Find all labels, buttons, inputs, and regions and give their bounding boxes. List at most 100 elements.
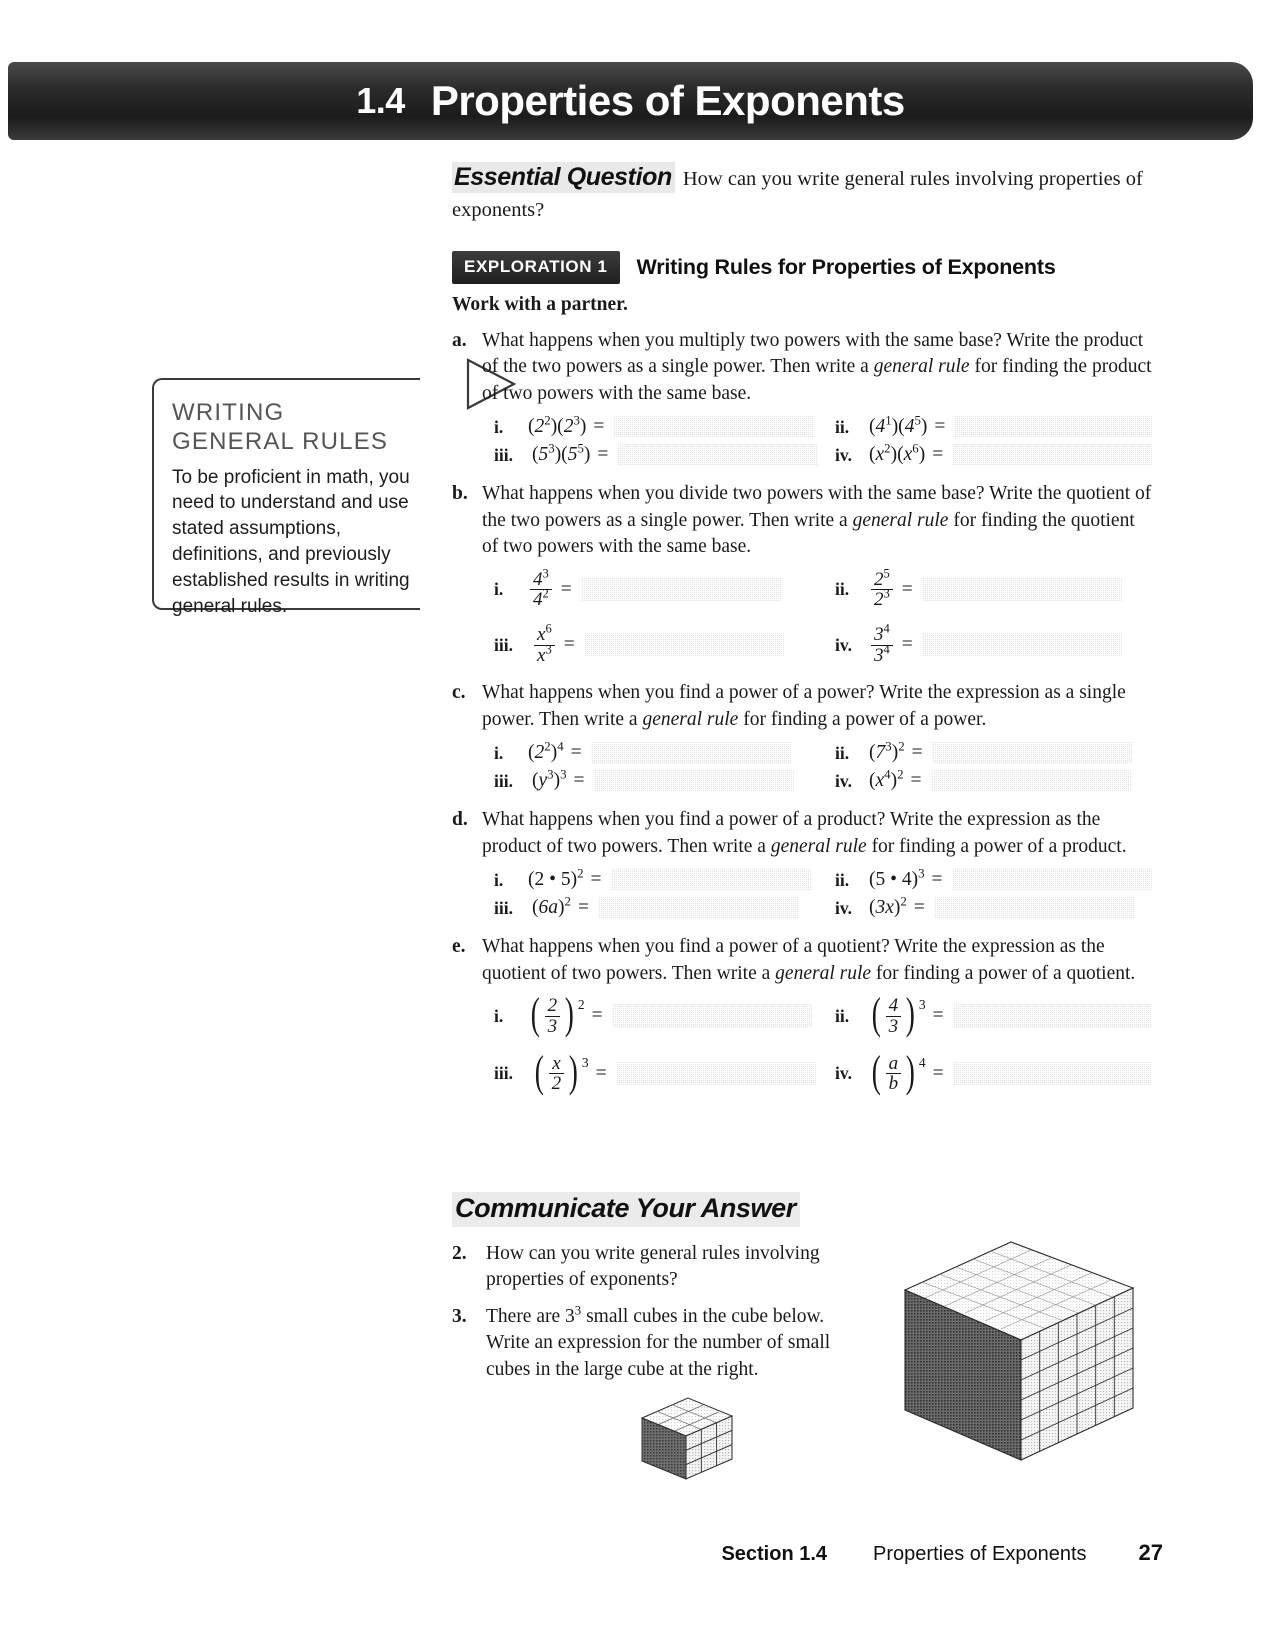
answer-blank[interactable] — [952, 444, 1152, 467]
fraction-denominator: x3 — [534, 642, 555, 665]
item-expression: (73)2 — [869, 739, 905, 764]
expr-exp: 6 — [912, 441, 919, 456]
answer-row: i. (22)4 = ii. (73)2 = — [494, 739, 1152, 765]
answer-blank[interactable] — [590, 742, 791, 765]
frac-den-exp: 3 — [545, 642, 552, 657]
fraction-numerator: a — [886, 1054, 902, 1073]
answer-row: i. (2 • 5)2 = ii. (5 • 4)3 = — [494, 866, 1152, 892]
equals-sign: = — [934, 416, 946, 438]
part-b-prompt: What happens when you divide two powers … — [482, 481, 1152, 561]
expr-base: 2 — [563, 416, 574, 438]
item-expression: 25 23 — [869, 567, 895, 610]
fraction-denominator: 23 — [871, 587, 893, 609]
item-expression: (x4)2 — [869, 767, 904, 792]
fraction-denominator: 3 — [885, 1015, 902, 1036]
frac-num-exp: 6 — [545, 622, 552, 637]
answer-blank[interactable] — [930, 770, 1131, 793]
footer-section-label: Section 1.4 — [721, 1543, 828, 1565]
expr-exp: 3 — [573, 413, 580, 428]
expr-exp: 5 — [577, 441, 584, 456]
answer-blank[interactable] — [617, 444, 818, 467]
right-paren: ) — [905, 1047, 916, 1097]
expr-outer-exp: 3 — [560, 767, 567, 782]
answer-blank[interactable] — [580, 577, 781, 602]
part-c-prompt: What happens when you find a power of a … — [482, 680, 1152, 733]
answer-cell: iii. (6a)2 = — [494, 895, 823, 920]
answer-blank[interactable] — [610, 869, 811, 892]
large-cube-figure — [893, 1232, 1143, 1492]
part-e-prompt-em: general rule — [775, 962, 872, 984]
footer-section-title: Properties of Exponents — [873, 1543, 1087, 1565]
note-title: WRITING GENERAL RULES — [172, 398, 414, 457]
frac-num-exp: 4 — [883, 622, 890, 637]
answer-cell: iv. (a b) 4 = — [823, 1047, 1152, 1097]
answer-blank[interactable] — [611, 1004, 812, 1029]
outer-exponent: 3 — [918, 997, 926, 1013]
left-paren: ( — [530, 989, 540, 1039]
outer-exponent: 4 — [918, 1055, 926, 1071]
answer-blank[interactable] — [954, 416, 1152, 439]
item-expression: (2 3) 2 — [528, 989, 585, 1039]
expr-inner: 6a — [538, 897, 559, 919]
exploration-header: EXPLORATION 1 Writing Rules for Properti… — [452, 250, 1152, 284]
answer-blank[interactable] — [597, 897, 798, 920]
part-a-prompt-em: general rule — [873, 356, 970, 378]
expr-base: 5 — [567, 444, 578, 466]
fraction-denominator: 42 — [530, 586, 552, 609]
answer-blank[interactable] — [593, 770, 794, 793]
expr-inner-exp: 4 — [884, 767, 891, 782]
footer-page-number: 27 — [1138, 1540, 1163, 1565]
answer-cell: i. (2 3) 2 = — [494, 989, 823, 1039]
answer-cell: iv. 34 34 = — [823, 622, 1152, 665]
expr-exp: 2 — [544, 413, 551, 428]
answer-row: iii. x6 x3 = iv. 34 34 = — [494, 622, 1152, 665]
part-d-prompt: What happens when you find a power of a … — [482, 807, 1152, 860]
part-c-prompt-em: general rule — [642, 708, 739, 730]
part-e-prompt: What happens when you find a power of a … — [482, 934, 1152, 987]
frac-den-exp: 2 — [542, 586, 549, 601]
fraction-denominator: 2 — [548, 1073, 565, 1094]
essential-question-block: Essential Question How can you write gene… — [452, 160, 1152, 225]
expr-base: 7 — [875, 742, 886, 764]
communicate-item-number: 2. — [452, 1243, 467, 1264]
answer-blank[interactable] — [921, 633, 1122, 658]
exploration-title: Writing Rules for Properties of Exponent… — [636, 254, 1056, 279]
answer-cell: iii. x6 x3 = — [494, 622, 823, 665]
answer-row: iii. (x 2) 3 = iv. (a b) 4 = — [494, 1047, 1152, 1097]
expr-exp: 3 — [548, 441, 555, 456]
left-paren: ( — [871, 1047, 881, 1097]
item-expression: (5 • 4)3 — [869, 866, 925, 891]
equals-sign: = — [932, 1062, 944, 1084]
answer-blank[interactable] — [952, 1061, 1152, 1086]
fraction: x2 — [548, 1054, 565, 1094]
answer-cell: i. 43 42 = — [494, 567, 823, 610]
answer-blank[interactable] — [921, 577, 1122, 602]
fraction-denominator: 3 — [544, 1015, 561, 1036]
fraction-denominator: 34 — [871, 643, 893, 665]
section-header-inner: 1.4 Properties of Exponents — [8, 62, 1253, 140]
answer-cell: iv. (3x)2 = — [823, 894, 1152, 920]
answer-blank[interactable] — [613, 416, 814, 439]
note-title-line1: WRITING — [172, 399, 285, 426]
answer-blank[interactable] — [615, 1061, 816, 1086]
essential-question-label: Essential Question — [452, 162, 675, 193]
item-expression: (3x)2 — [869, 894, 907, 919]
frac-den: b — [888, 1073, 899, 1095]
answer-blank[interactable] — [951, 869, 1152, 892]
part-c-answers: i. (22)4 = ii. (73)2 = iii. (y3)3 = iv. … — [494, 739, 1152, 793]
answer-blank[interactable] — [583, 633, 784, 658]
expr-outer-exp: 2 — [898, 739, 905, 754]
left-paren: ( — [534, 1047, 544, 1097]
answer-blank[interactable] — [933, 897, 1134, 920]
answer-blank[interactable] — [952, 1004, 1152, 1029]
answer-row: iii. (6a)2 = iv. (3x)2 = — [494, 894, 1152, 920]
answer-cell: ii. (4 3) 3 = — [823, 992, 1152, 1036]
expr-base: 4 — [904, 416, 915, 438]
section-header-bar: 1.4 Properties of Exponents — [8, 62, 1253, 140]
communicate-item-3: 3. There are 33 small cubes in the cube … — [452, 1304, 872, 1382]
main-content-column: Essential Question How can you write gene… — [452, 160, 1152, 1109]
equals-sign: = — [593, 416, 605, 438]
answer-row: i. 43 42 = ii. 25 23 = — [494, 567, 1152, 610]
answer-blank[interactable] — [931, 742, 1132, 765]
item-roman: i. — [494, 1005, 504, 1026]
